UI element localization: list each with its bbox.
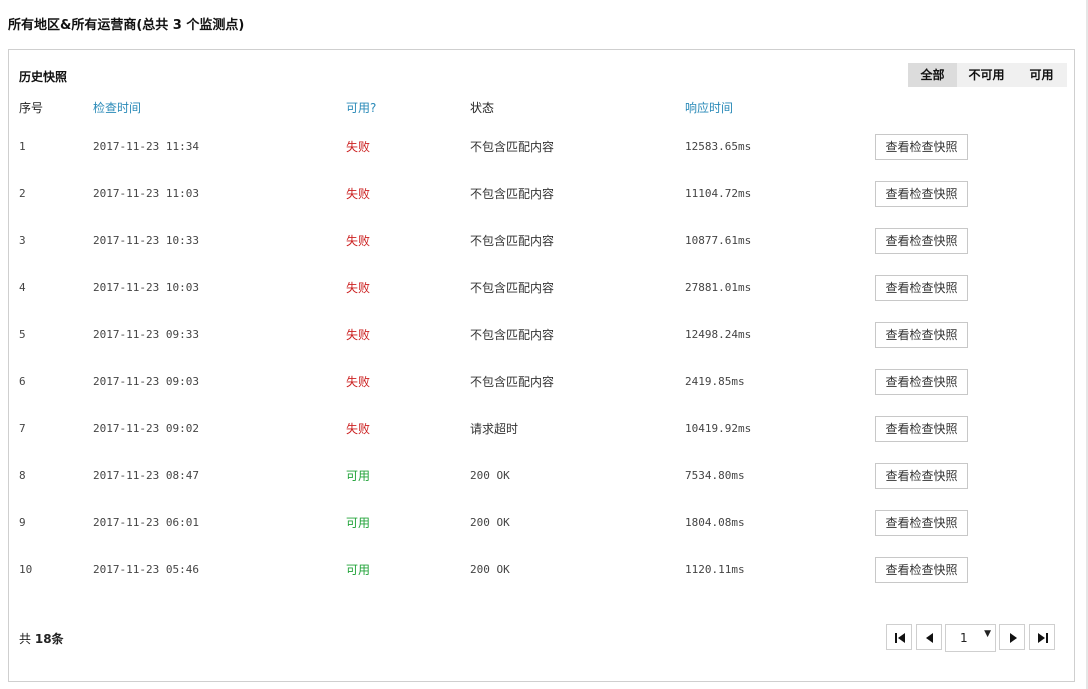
header-index: 序号 <box>19 101 44 115</box>
first-page-icon <box>895 633 905 643</box>
view-snapshot-button[interactable]: 查看检查快照 <box>875 322 968 348</box>
page-title: 所有地区&所有运营商(总共 3 个监测点) <box>8 18 245 33</box>
row-response-time: 12583.65ms <box>685 140 752 153</box>
row-status: 200 OK <box>470 516 510 529</box>
row-available: 失败 <box>346 375 371 389</box>
row-index: 1 <box>19 140 26 153</box>
filter-all-button[interactable]: 全部 <box>908 63 957 87</box>
view-snapshot-button[interactable]: 查看检查快照 <box>875 181 968 207</box>
table-row: 2 2017-11-23 11:03 失败 不包含匹配内容 11104.72ms 查看检查… <box>9 180 1074 227</box>
row-check-time: 2017-11-23 05:46 <box>93 563 199 576</box>
row-status: 不包含匹配内容 <box>470 328 555 342</box>
chevron-down-icon: ▼ <box>984 629 991 639</box>
row-index: 8 <box>19 469 26 482</box>
prev-page-icon <box>926 633 933 643</box>
row-status: 不包含匹配内容 <box>470 375 555 389</box>
row-available: 失败 <box>346 140 371 154</box>
table-row: 6 2017-11-23 09:03 失败 不包含匹配内容 2419.85ms 查看检查快… <box>9 368 1074 415</box>
view-snapshot-button[interactable]: 查看检查快照 <box>875 557 968 583</box>
row-index: 4 <box>19 281 26 294</box>
view-snapshot-button[interactable]: 查看检查快照 <box>875 416 968 442</box>
view-snapshot-button[interactable]: 查看检查快照 <box>875 510 968 536</box>
row-response-time: 1804.08ms <box>685 516 745 529</box>
row-status: 不包含匹配内容 <box>470 140 555 154</box>
row-status: 200 OK <box>470 563 510 576</box>
current-page: 1 <box>960 631 968 645</box>
row-status: 200 OK <box>470 469 510 482</box>
header-check-time[interactable]: 检查时间 <box>93 99 141 116</box>
row-index: 2 <box>19 187 26 200</box>
view-snapshot-button[interactable]: 查看检查快照 <box>875 275 968 301</box>
next-page-icon <box>1010 633 1017 643</box>
row-response-time: 1120.11ms <box>685 563 745 576</box>
row-index: 6 <box>19 375 26 388</box>
row-response-time: 27881.01ms <box>685 281 752 294</box>
row-index: 10 <box>19 563 33 576</box>
header-available[interactable]: 可用? <box>346 99 376 116</box>
row-check-time: 2017-11-23 09:02 <box>93 422 199 435</box>
table-row: 10 2017-11-23 05:46 可用 200 OK 1120.11ms 查看检查快… <box>9 556 1074 603</box>
row-status: 不包含匹配内容 <box>470 187 555 201</box>
filter-available-button[interactable]: 可用 <box>1016 63 1067 87</box>
row-available: 失败 <box>346 422 371 436</box>
row-available: 失败 <box>346 234 371 248</box>
row-check-time: 2017-11-23 11:03 <box>93 187 199 200</box>
history-snapshot-panel: 历史快照 全部 不可用 可用 序号 检查时间 可用? 状态 响应时间 1 2017… <box>8 49 1075 682</box>
view-snapshot-button[interactable]: 查看检查快照 <box>875 463 968 489</box>
row-index: 5 <box>19 328 26 341</box>
row-check-time: 2017-11-23 09:03 <box>93 375 199 388</box>
table-row: 9 2017-11-23 06:01 可用 200 OK 1804.08ms 查看检查快照 <box>9 509 1074 556</box>
table-row: 4 2017-11-23 10:03 失败 不包含匹配内容 27881.01ms 查看检查… <box>9 274 1074 321</box>
row-check-time: 2017-11-23 08:47 <box>93 469 199 482</box>
row-available: 失败 <box>346 281 371 295</box>
row-check-time: 2017-11-23 09:33 <box>93 328 199 341</box>
row-status: 不包含匹配内容 <box>470 281 555 295</box>
row-index: 3 <box>19 234 26 247</box>
table-row: 7 2017-11-23 09:02 失败 请求超时 10419.92ms 查看检查快照 <box>9 415 1074 462</box>
row-response-time: 12498.24ms <box>685 328 752 341</box>
row-check-time: 2017-11-23 10:33 <box>93 234 199 247</box>
last-page-button[interactable] <box>1029 624 1055 650</box>
row-check-time: 2017-11-23 06:01 <box>93 516 199 529</box>
row-response-time: 7534.80ms <box>685 469 745 482</box>
table-row: 3 2017-11-23 10:33 失败 不包含匹配内容 10877.61ms 查看检查… <box>9 227 1074 274</box>
row-index: 7 <box>19 422 26 435</box>
row-available: 可用 <box>346 563 371 577</box>
filter-unavailable-button[interactable]: 不可用 <box>957 63 1016 87</box>
pagination: 1 ▼ <box>9 624 1074 652</box>
row-response-time: 10419.92ms <box>685 422 752 435</box>
row-response-time: 2419.85ms <box>685 375 745 388</box>
row-status: 请求超时 <box>470 422 519 436</box>
next-page-button[interactable] <box>999 624 1025 650</box>
row-available: 失败 <box>346 328 371 342</box>
row-response-time: 11104.72ms <box>685 187 752 200</box>
prev-page-button[interactable] <box>916 624 942 650</box>
first-page-button[interactable] <box>886 624 912 650</box>
row-check-time: 2017-11-23 10:03 <box>93 281 199 294</box>
row-available: 可用 <box>346 516 371 530</box>
view-snapshot-button[interactable]: 查看检查快照 <box>875 134 968 160</box>
header-response-time[interactable]: 响应时间 <box>685 99 733 116</box>
table-row: 5 2017-11-23 09:33 失败 不包含匹配内容 12498.24ms 查看检查… <box>9 321 1074 368</box>
row-index: 9 <box>19 516 26 529</box>
row-available: 可用 <box>346 469 371 483</box>
header-status: 状态 <box>470 101 495 115</box>
table-row: 8 2017-11-23 08:47 可用 200 OK 7534.80ms 查看检查快照 <box>9 462 1074 509</box>
table-row: 1 2017-11-23 11:34 失败 不包含匹配内容 12583.65ms 查看检查… <box>9 133 1074 180</box>
page-select[interactable]: 1 ▼ <box>945 624 996 652</box>
view-snapshot-button[interactable]: 查看检查快照 <box>875 228 968 254</box>
row-available: 失败 <box>346 187 371 201</box>
panel-title: 历史快照 <box>19 70 68 84</box>
last-page-icon <box>1038 633 1048 643</box>
view-snapshot-button[interactable]: 查看检查快照 <box>875 369 968 395</box>
availability-filter: 全部 不可用 可用 <box>908 63 1067 87</box>
row-response-time: 10877.61ms <box>685 234 752 247</box>
row-check-time: 2017-11-23 11:34 <box>93 140 199 153</box>
row-status: 不包含匹配内容 <box>470 234 555 248</box>
